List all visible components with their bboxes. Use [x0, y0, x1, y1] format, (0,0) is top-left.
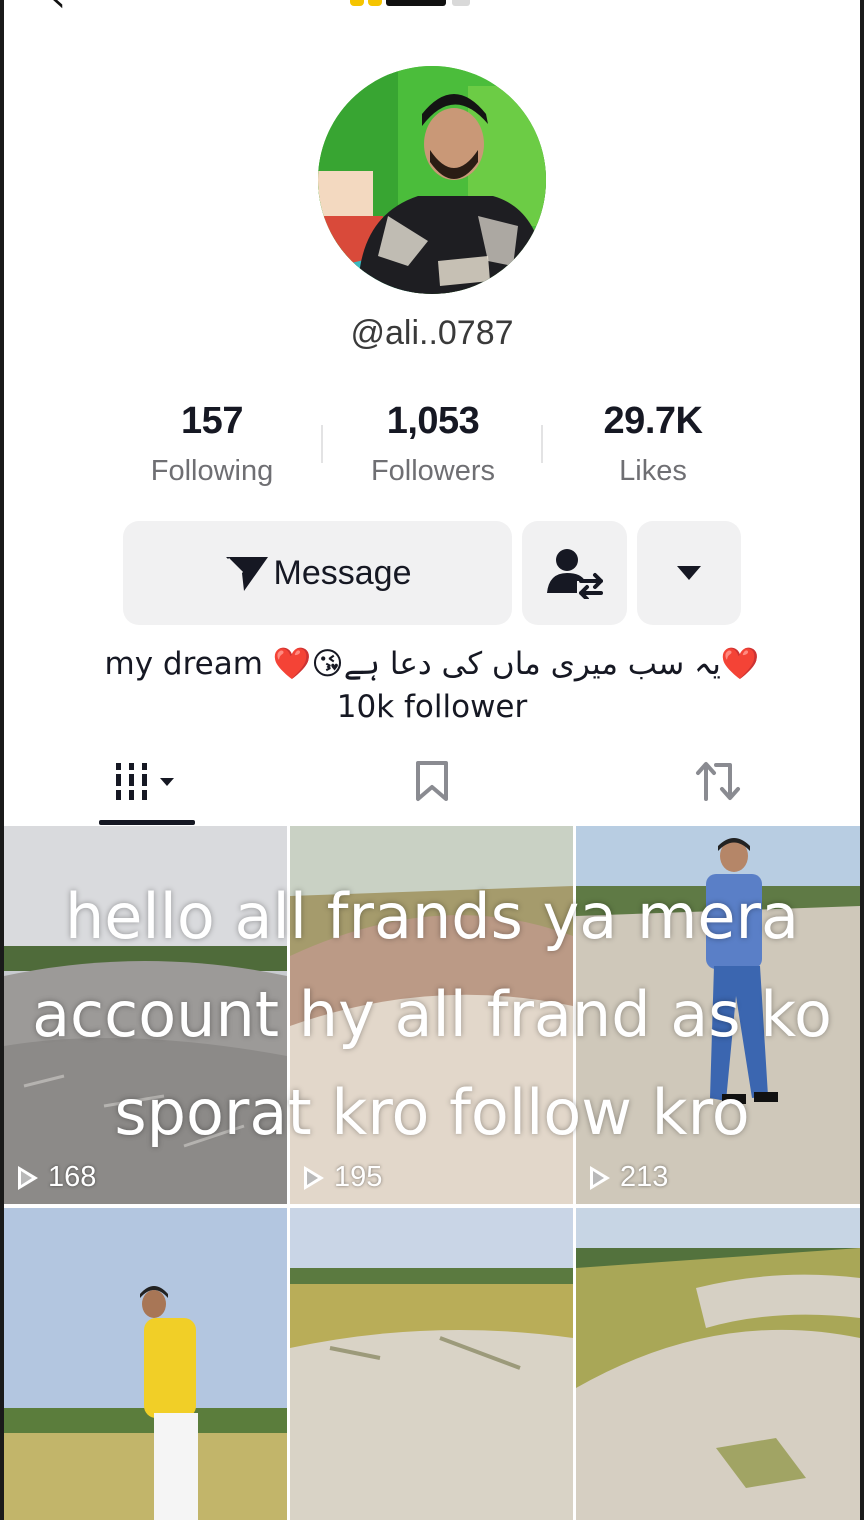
bio-line-2: 10k follower: [336, 689, 528, 725]
stat-divider: [541, 425, 543, 463]
tab-saved[interactable]: [400, 752, 464, 810]
tab-reposts[interactable]: [688, 752, 748, 810]
stat-followers[interactable]: 1,053 Followers: [333, 400, 533, 488]
top-bar: ‹: [0, 0, 864, 18]
stat-label: Likes: [619, 455, 687, 487]
repost-icon: [696, 762, 740, 801]
play-icon: [18, 1165, 38, 1190]
view-count-value: 195: [334, 1161, 383, 1193]
avatar[interactable]: [318, 66, 546, 294]
stat-divider: [321, 425, 323, 463]
chevron-down-icon: [677, 566, 701, 580]
view-count-value: 168: [48, 1161, 97, 1193]
send-icon: [225, 557, 268, 591]
view-count: 213: [590, 1161, 668, 1194]
more-options-button[interactable]: [637, 521, 741, 625]
tab-videos[interactable]: [98, 752, 196, 810]
view-count-value: 213: [620, 1161, 669, 1193]
video-thumbnail[interactable]: [4, 1208, 287, 1520]
frame-edge-right: [860, 0, 864, 1520]
back-arrow-icon[interactable]: ‹: [50, 0, 66, 18]
stat-following[interactable]: 157 Following: [112, 400, 312, 488]
username: @ali..0787: [350, 314, 514, 352]
add-friend-swap-icon: [546, 549, 603, 599]
video-caption-overlay: hello all frands ya mera account hy all …: [4, 868, 860, 1162]
play-icon: [304, 1165, 324, 1190]
video-thumbnail[interactable]: [576, 1208, 860, 1520]
play-icon: [590, 1165, 610, 1190]
grid-columns-icon: [116, 763, 174, 800]
caption-line: hello all frands ya mera: [64, 880, 800, 953]
message-button[interactable]: Message: [123, 521, 512, 625]
view-count: 195: [304, 1161, 382, 1194]
stat-value: 157: [181, 400, 243, 442]
caption-line: account hy all frand as ko: [32, 978, 832, 1051]
add-friend-button[interactable]: [522, 521, 627, 625]
stat-label: Followers: [370, 455, 496, 487]
active-tab-indicator: [99, 820, 195, 825]
stat-label: Following: [150, 455, 274, 487]
stat-value: 1,053: [386, 400, 480, 442]
stat-likes[interactable]: 29.7K Likes: [553, 400, 753, 488]
caption-line: sporat kro follow kro: [114, 1076, 750, 1149]
view-count: 168: [18, 1161, 96, 1194]
bookmark-icon: [416, 761, 448, 801]
stat-value: 29.7K: [603, 400, 703, 442]
profile-display-name: [350, 0, 500, 6]
message-button-label: Message: [273, 553, 412, 592]
bio-line-1: my dream ❤️😘یہ سب میری ماں کی دعا ہے❤️: [104, 646, 760, 682]
video-thumbnail[interactable]: [290, 1208, 573, 1520]
